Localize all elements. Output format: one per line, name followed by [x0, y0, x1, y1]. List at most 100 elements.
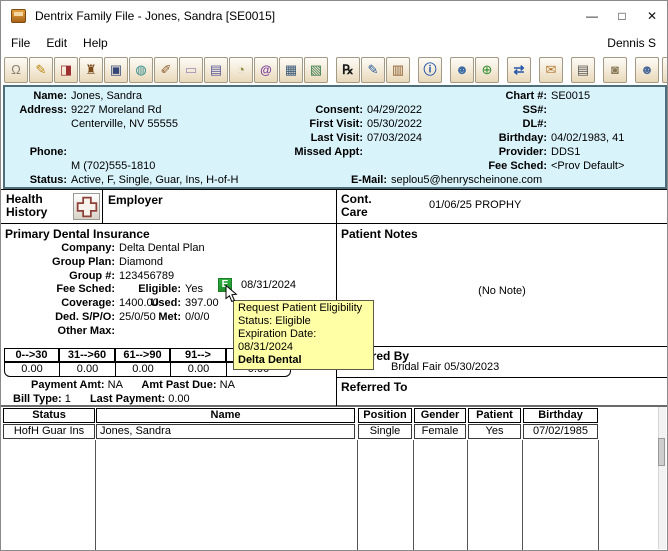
patient-info-icon[interactable]: ⓘ — [418, 56, 442, 83]
family-row-name[interactable]: Jones, Sandra — [96, 424, 355, 439]
patient-name-label: Name: — [33, 90, 67, 102]
document-drawer-icon[interactable]: ▥ — [386, 56, 410, 83]
close-button[interactable]: ✕ — [637, 2, 667, 31]
document-seal-icon[interactable]: ▧ — [304, 56, 328, 83]
logged-in-user[interactable]: Dennis S — [607, 36, 665, 50]
missed-appt-label: Missed Appt: — [294, 146, 363, 158]
perio-probe-icon[interactable]: ✐ — [154, 56, 178, 83]
eligibility-tooltip: Request Patient Eligibility Status: Elig… — [233, 300, 374, 370]
met-label: Met: — [158, 311, 181, 323]
family-row-status[interactable]: HofH Guar Ins — [3, 424, 95, 439]
office-manager-icon[interactable]: ♜ — [79, 56, 103, 83]
cont-care-value: 01/06/25 PROPHY — [429, 199, 522, 211]
patient-notes-icon[interactable]: ✎ — [29, 56, 53, 83]
aging-value-31-60: 0.00 — [60, 363, 116, 376]
patient-mobile-value: M (702)555-1810 — [71, 160, 156, 172]
other-max-label: Other Max: — [57, 325, 115, 337]
aging-value-0-30: 0.00 — [5, 363, 60, 376]
prescription-rx-icon[interactable]: ℞ — [336, 56, 360, 83]
insurance-company-row: Company: Delta Dental Plan — [5, 241, 204, 255]
eligible-row: Eligible: Yes — [121, 282, 203, 296]
company-label: Company: — [61, 242, 115, 254]
patient-portrait-icon[interactable]: ◙ — [603, 56, 627, 83]
patient-picture-icon[interactable]: ☻ — [450, 56, 474, 83]
met-row: Met: 0/0/0 — [121, 310, 209, 324]
birthday-row: Birthday: 04/02/1983, 41 — [425, 131, 625, 145]
menu-bar: File Edit Help Dennis S — [3, 31, 665, 54]
aging-header-0-30: 0-->30 — [4, 348, 59, 362]
menu-item-help[interactable]: Help — [75, 33, 116, 53]
table-header-position[interactable]: Position — [358, 408, 412, 423]
family-row-birthday[interactable]: 07/02/1985 — [523, 424, 598, 439]
divider — [337, 346, 667, 347]
table-scrollbar[interactable] — [658, 407, 666, 549]
ins-fee-sched-label: Fee Sched: — [56, 283, 115, 295]
minimize-button[interactable]: — — [577, 2, 607, 31]
menu-item-file[interactable]: File — [3, 33, 38, 53]
family-file-card-icon[interactable]: ▣ — [104, 56, 128, 83]
table-header-birthday[interactable]: Birthday — [523, 408, 598, 423]
email-label: E-Mail: — [350, 174, 387, 186]
patient-name-value: Jones, Sandra — [71, 90, 142, 102]
document-lines-icon[interactable]: ▤ — [204, 56, 228, 83]
table-header-name[interactable]: Name — [96, 408, 355, 423]
birthday-value: 04/02/1983, 41 — [551, 132, 625, 144]
scrollbar-thumb[interactable] — [658, 438, 665, 466]
health-history-button[interactable] — [73, 193, 100, 220]
treatment-book-icon[interactable]: ✎ — [361, 56, 385, 83]
patient-phone-label: Phone: — [29, 146, 67, 158]
aging-value-91: 0.00 — [171, 363, 227, 376]
payment-amt-label: Payment Amt: — [31, 379, 105, 391]
family-row-gender[interactable]: Female — [414, 424, 466, 439]
ss-number-label: SS#: — [522, 104, 547, 116]
group-number-value: 123456789 — [119, 270, 175, 282]
window-controls: — □ ✕ — [577, 2, 667, 31]
coverage-label: Coverage: — [61, 297, 115, 309]
clipped-edge-icon[interactable]: ▮ — [662, 56, 667, 83]
patient-address-row: Address: 9227 Moreland Rd — [9, 103, 239, 117]
document-blank-icon[interactable]: ▭ — [179, 56, 203, 83]
maximize-button[interactable]: □ — [607, 2, 637, 31]
family-row-patient[interactable]: Yes — [468, 424, 521, 439]
provider-row: Provider: DDS1 — [425, 145, 624, 159]
payment-amt-value: NA — [107, 379, 123, 391]
last-payment-value: 0.00 — [168, 393, 190, 405]
ss-row: SS#: — [425, 103, 624, 117]
app-icon — [11, 9, 26, 23]
patient-tooth-icon[interactable]: Ω — [4, 56, 28, 83]
patient-status-value: Active, F, Single, Guar, Ins, H-of-H — [71, 174, 239, 186]
menu-item-edit[interactable]: Edit — [38, 33, 75, 53]
bill-type-row: Bill Type: 1 Last Payment: 0.00 — [13, 393, 190, 405]
patient-transfer-icon[interactable]: ⇄ — [507, 56, 531, 83]
health-history-cross-icon — [76, 196, 97, 217]
cont-care-title: Cont. Care — [341, 192, 372, 219]
patient-address-line2: Centerville, NV 55555 — [71, 118, 179, 130]
first-visit-value: 05/30/2022 — [367, 118, 423, 130]
patient-form-icon[interactable]: ☻ — [635, 56, 659, 83]
add-family-member-icon[interactable]: ⊕ — [475, 56, 499, 83]
patient-status-label: Status: — [29, 174, 67, 186]
patient-info-left-column: Name: Jones, Sandra Address: 9227 Moreland… — [9, 89, 239, 187]
family-row-position[interactable]: Single — [358, 424, 412, 439]
last-visit-label: Last Visit: — [310, 132, 363, 144]
questionnaire-grid-icon[interactable]: ▦ — [279, 56, 303, 83]
used-value: 397.00 — [185, 297, 219, 309]
divider — [1, 405, 667, 407]
folder-clock-icon[interactable]: ◔ — [229, 56, 253, 83]
deductible-label: Ded. S/P/O: — [55, 311, 115, 323]
table-header-status[interactable]: Status — [3, 408, 95, 423]
dentrix-family-file-window: Dentrix Family File - Jones, Sandra [SE0… — [0, 0, 668, 551]
email-row: E-Mail: seplou5@henryscheinone.com — [259, 173, 542, 187]
amt-past-due-label: Amt Past Due: — [141, 379, 217, 391]
dl-row: DL#: — [425, 117, 624, 131]
patient-status-row: Status: Active, F, Single, Guar, Ins, H-o… — [9, 173, 239, 187]
table-header-gender[interactable]: Gender — [414, 408, 466, 423]
printer-icon[interactable]: ▤ — [571, 56, 595, 83]
message-clock-icon[interactable]: ✉ — [539, 56, 563, 83]
last-payment-label: Last Payment: — [89, 393, 166, 405]
aging-value-61-90: 0.00 — [116, 363, 171, 376]
table-header-patient[interactable]: Patient — [468, 408, 521, 423]
ledger-book-icon[interactable]: ◨ — [54, 56, 78, 83]
email-at-icon[interactable]: @ — [254, 56, 278, 83]
web-tooth-icon[interactable]: ◍ — [129, 56, 153, 83]
